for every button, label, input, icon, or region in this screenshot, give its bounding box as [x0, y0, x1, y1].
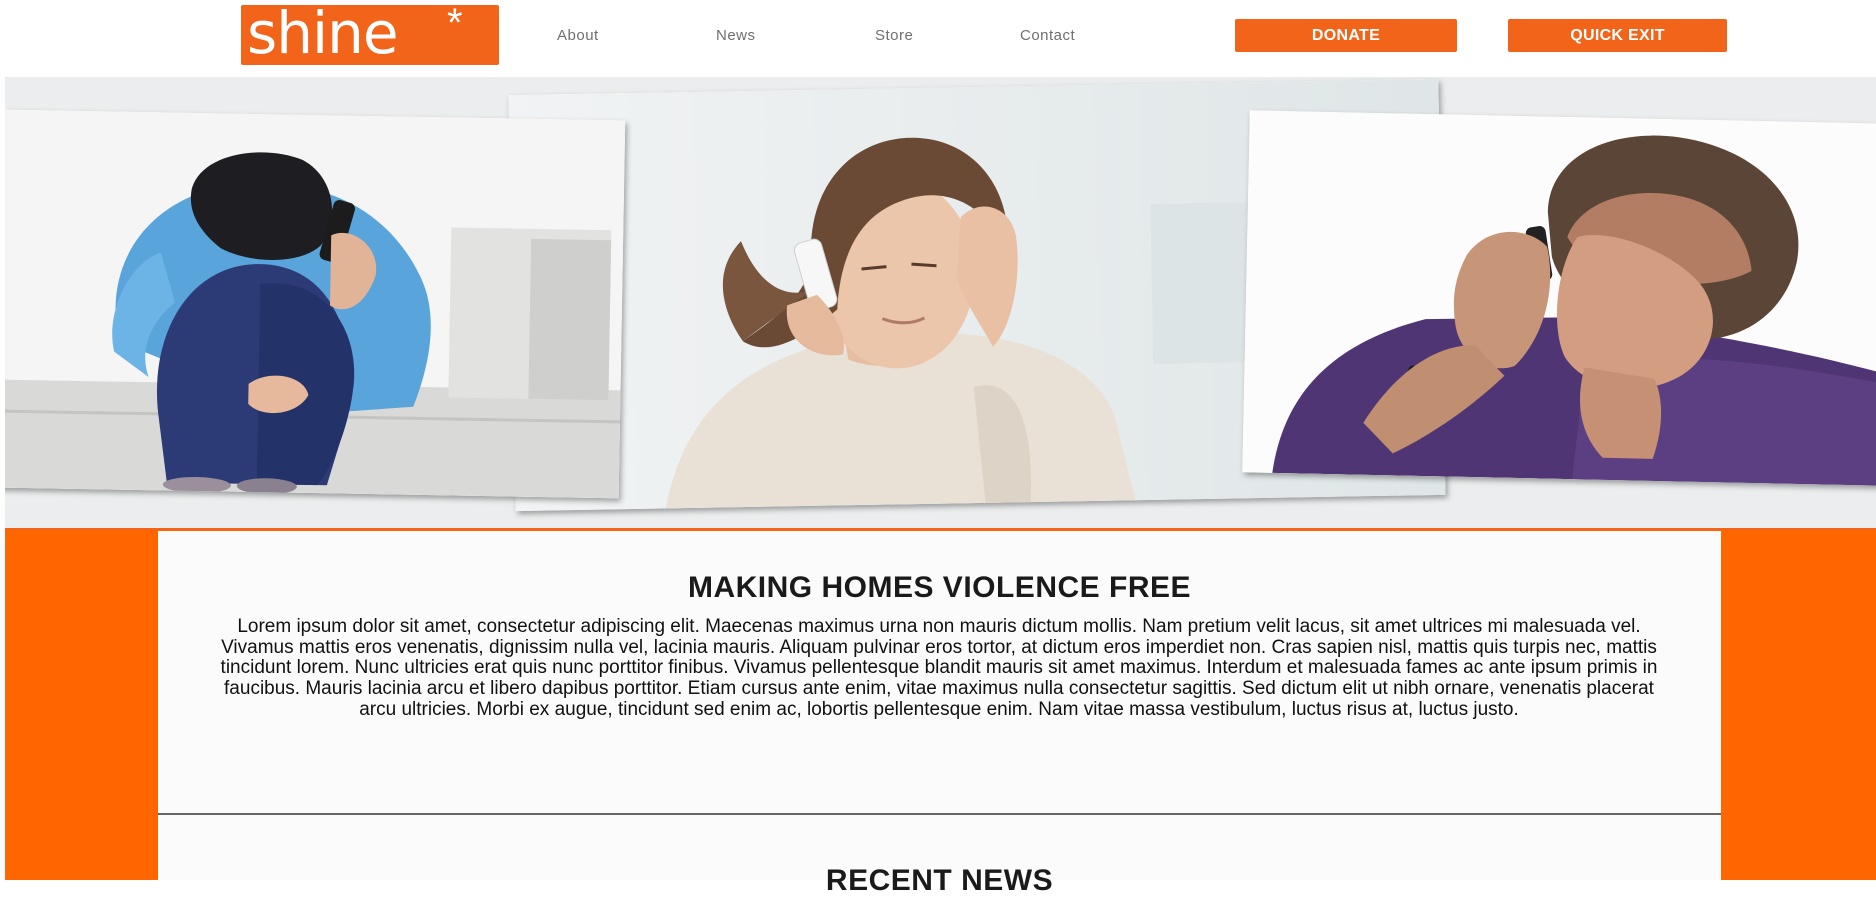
quick-exit-button[interactable]: QUICK EXIT: [1508, 19, 1727, 52]
donate-button[interactable]: DONATE: [1235, 19, 1457, 52]
photo-1-illustration: [0, 109, 626, 499]
intro-body-text: Lorem ipsum dolor sit amet, consectetur …: [220, 616, 1658, 720]
hero-photo-woman-crouching: [0, 109, 626, 499]
site-header: shine * About News Store Contact DONATE …: [0, 0, 1876, 77]
shine-logo[interactable]: shine *: [241, 1, 499, 65]
left-edge-strip: [0, 0, 5, 880]
nav-link-news[interactable]: News: [716, 27, 756, 44]
nav-link-contact[interactable]: Contact: [1020, 27, 1075, 44]
photo-3-illustration: [1242, 110, 1876, 486]
nav-link-about[interactable]: About: [557, 27, 599, 44]
content-panel: MAKING HOMES VIOLENCE FREE Lorem ipsum d…: [158, 531, 1721, 897]
intro-heading: MAKING HOMES VIOLENCE FREE: [687, 571, 1192, 604]
recent-news-heading: RECENT NEWS: [825, 864, 1054, 897]
nav-link-store[interactable]: Store: [875, 27, 913, 44]
section-divider: [158, 813, 1721, 815]
logo-text: shine: [247, 0, 399, 67]
hero-collage: [0, 77, 1876, 530]
hero-photo-man-covering-face: [1242, 110, 1876, 486]
logo-star-icon: *: [447, 1, 463, 45]
